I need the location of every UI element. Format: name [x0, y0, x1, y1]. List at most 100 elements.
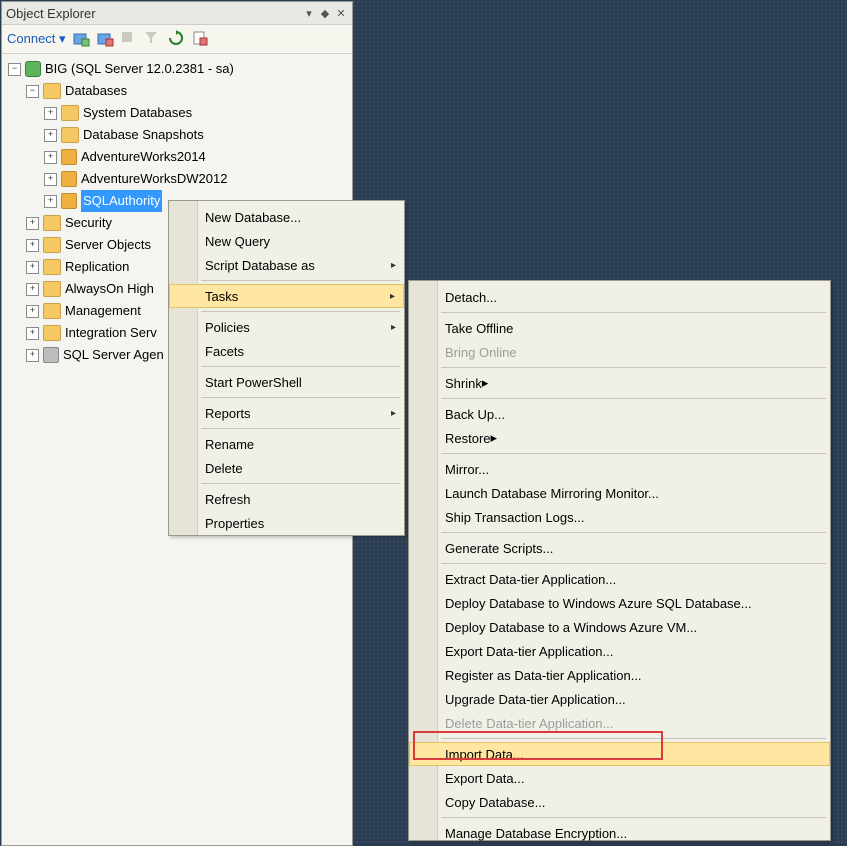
submenu-arrow-icon: ▸ — [391, 408, 396, 419]
connect-button[interactable]: Connect ▾ — [7, 31, 66, 47]
menu-separator — [201, 483, 400, 484]
folder-icon — [43, 215, 61, 231]
menu-shrink[interactable]: Shrink▸ — [409, 371, 830, 395]
tree-label: BIG (SQL Server 12.0.2381 - sa) — [45, 58, 234, 80]
tree-adventureworksdw2012[interactable]: +AdventureWorksDW2012 — [8, 168, 352, 190]
folder-icon — [43, 259, 61, 275]
expand-icon[interactable]: + — [26, 217, 39, 230]
tree-snapshots[interactable]: + Database Snapshots — [8, 124, 352, 146]
server-icon — [25, 61, 41, 77]
context-menu-tasks: Detach... Take Offline Bring Online Shri… — [408, 280, 831, 841]
close-icon[interactable]: ✕ — [334, 7, 348, 20]
expand-icon[interactable]: + — [26, 305, 39, 318]
menu-separator — [201, 428, 400, 429]
menu-reports[interactable]: Reports▸ — [169, 401, 404, 425]
menu-deploy-azure-vm[interactable]: Deploy Database to a Windows Azure VM... — [409, 615, 830, 639]
menu-copy-database[interactable]: Copy Database... — [409, 790, 830, 814]
menu-rename[interactable]: Rename — [169, 432, 404, 456]
submenu-arrow-icon: ▸ — [391, 322, 396, 333]
menu-new-query[interactable]: New Query — [169, 229, 404, 253]
expand-icon[interactable]: + — [44, 195, 57, 208]
collapse-icon[interactable]: − — [8, 63, 21, 76]
menu-separator — [201, 366, 400, 367]
menu-separator — [441, 453, 826, 454]
menu-detach[interactable]: Detach... — [409, 285, 830, 309]
menu-generate-scripts[interactable]: Generate Scripts... — [409, 536, 830, 560]
folder-icon — [43, 281, 61, 297]
submenu-arrow-icon: ▸ — [390, 291, 395, 302]
agent-icon — [43, 347, 59, 363]
expand-icon[interactable]: + — [26, 349, 39, 362]
folder-icon — [61, 105, 79, 121]
menu-restore[interactable]: Restore▸ — [409, 426, 830, 450]
folder-icon — [43, 325, 61, 341]
tree-adventureworks2014[interactable]: + AdventureWorks2014 — [8, 146, 352, 168]
menu-upgrade-data-tier[interactable]: Upgrade Data-tier Application... — [409, 687, 830, 711]
menu-properties[interactable]: Properties — [169, 511, 404, 535]
menu-extract-data-tier[interactable]: Extract Data-tier Application... — [409, 567, 830, 591]
menu-separator — [441, 817, 826, 818]
submenu-arrow-icon: ▸ — [491, 430, 498, 446]
toolbar: Connect ▾ — [2, 25, 352, 54]
tree-system-databases[interactable]: +System Databases — [8, 102, 352, 124]
menu-mirror[interactable]: Mirror... — [409, 457, 830, 481]
menu-start-powershell[interactable]: Start PowerShell — [169, 370, 404, 394]
submenu-arrow-icon: ▸ — [391, 260, 396, 271]
tree-label: Database Snapshots — [83, 124, 204, 146]
menu-take-offline[interactable]: Take Offline — [409, 316, 830, 340]
menu-separator — [201, 280, 400, 281]
folder-icon — [43, 237, 61, 253]
menu-separator — [441, 532, 826, 533]
database-icon — [61, 193, 77, 209]
expand-icon[interactable]: + — [26, 283, 39, 296]
menu-back-up[interactable]: Back Up... — [409, 402, 830, 426]
tree-label: AdventureWorks2014 — [81, 146, 206, 168]
expand-icon[interactable]: + — [26, 327, 39, 340]
menu-new-database[interactable]: New Database... — [169, 205, 404, 229]
pin-icon[interactable]: ◆ — [318, 7, 332, 20]
database-icon — [61, 171, 77, 187]
tree-label: Integration Serv — [65, 322, 157, 344]
expand-icon[interactable]: + — [44, 129, 57, 142]
menu-separator — [441, 398, 826, 399]
menu-manage-db-encryption[interactable]: Manage Database Encryption... — [409, 821, 830, 845]
tree-databases[interactable]: − Databases — [8, 80, 352, 102]
tree-label: Management — [65, 300, 141, 322]
folder-icon — [61, 127, 79, 143]
menu-export-data[interactable]: Export Data... — [409, 766, 830, 790]
menu-policies[interactable]: Policies▸ — [169, 315, 404, 339]
menu-script-database-as[interactable]: Script Database as▸ — [169, 253, 404, 277]
menu-tasks[interactable]: Tasks▸ — [169, 284, 404, 308]
window-options-icon[interactable]: ▾ — [302, 7, 316, 20]
menu-facets[interactable]: Facets — [169, 339, 404, 363]
menu-separator — [201, 397, 400, 398]
collapse-icon[interactable]: − — [26, 85, 39, 98]
tree-server[interactable]: − BIG (SQL Server 12.0.2381 - sa) — [8, 58, 352, 80]
menu-bring-online: Bring Online — [409, 340, 830, 364]
disconnect-server-icon[interactable] — [96, 30, 114, 48]
filter-icon[interactable] — [144, 30, 162, 48]
tree-label-selected: SQLAuthority — [81, 190, 162, 212]
expand-icon[interactable]: + — [26, 261, 39, 274]
menu-export-data-tier[interactable]: Export Data-tier Application... — [409, 639, 830, 663]
menu-register-data-tier[interactable]: Register as Data-tier Application... — [409, 663, 830, 687]
menu-import-data[interactable]: Import Data... — [409, 742, 830, 766]
menu-deploy-azure-sql[interactable]: Deploy Database to Windows Azure SQL Dat… — [409, 591, 830, 615]
menu-delete[interactable]: Delete — [169, 456, 404, 480]
tree-label: Server Objects — [65, 234, 151, 256]
menu-delete-data-tier: Delete Data-tier Application... — [409, 711, 830, 735]
expand-icon[interactable]: + — [44, 151, 57, 164]
menu-refresh[interactable]: Refresh — [169, 487, 404, 511]
expand-icon[interactable]: + — [26, 239, 39, 252]
refresh-icon[interactable] — [168, 30, 186, 48]
expand-icon[interactable]: + — [44, 107, 57, 120]
expand-icon[interactable]: + — [44, 173, 57, 186]
menu-ship-transaction-logs[interactable]: Ship Transaction Logs... — [409, 505, 830, 529]
stop-icon[interactable] — [120, 30, 138, 48]
tree-label: Databases — [65, 80, 127, 102]
menu-separator — [441, 563, 826, 564]
tree-label: Replication — [65, 256, 129, 278]
connect-server-icon[interactable] — [72, 30, 90, 48]
script-icon[interactable] — [192, 30, 210, 48]
menu-launch-mirroring-monitor[interactable]: Launch Database Mirroring Monitor... — [409, 481, 830, 505]
